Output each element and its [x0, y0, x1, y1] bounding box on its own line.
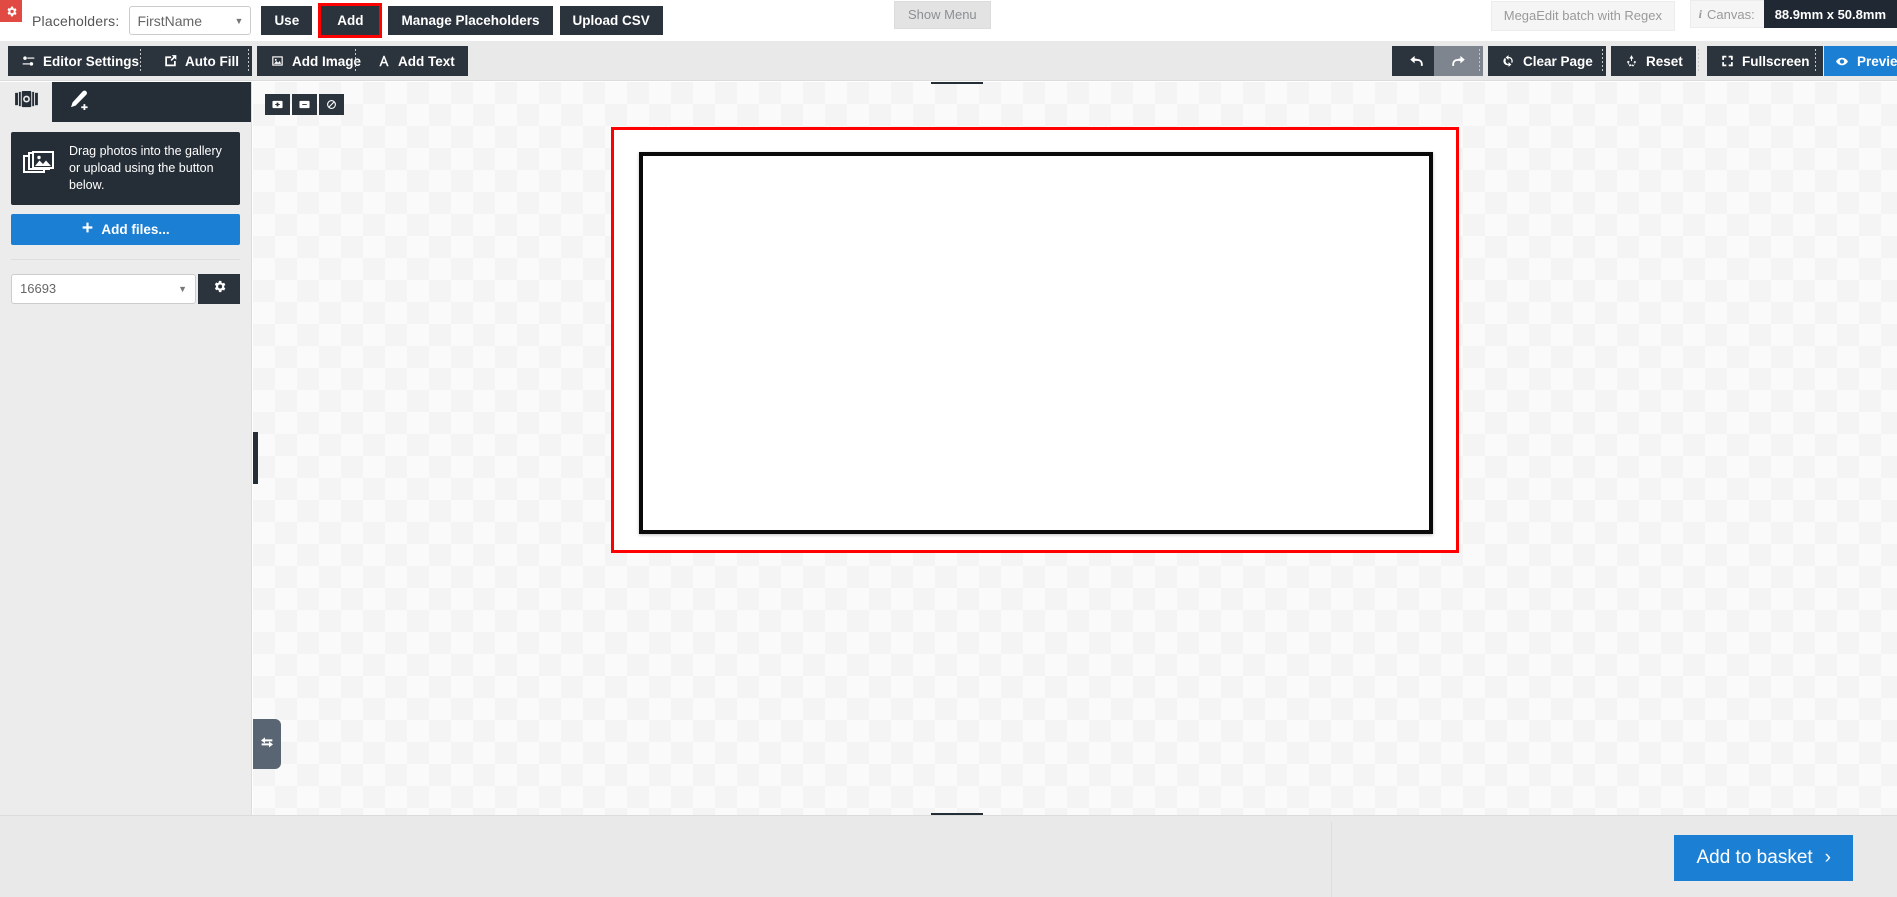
add-text-button[interactable]: Add Text — [364, 46, 468, 76]
swap-sides-button[interactable] — [253, 719, 281, 769]
canvas-info: i Canvas: 88.9mm x 50.8mm — [1689, 0, 1897, 28]
chevron-down-icon: ▼ — [234, 15, 244, 26]
drag-photos-hint: Drag photos into the gallery or upload u… — [11, 132, 240, 205]
add-placeholder-highlight: Add — [318, 3, 383, 38]
gallery-select[interactable]: 16693 ▼ — [11, 273, 196, 304]
fullscreen-button[interactable]: Fullscreen — [1707, 46, 1823, 76]
toolbar-divider — [248, 49, 249, 73]
left-resize-handle[interactable] — [253, 432, 258, 484]
editor-toolbar: Editor Settings Auto Fill Add Image Add … — [0, 41, 1897, 81]
gallery-images-icon — [23, 150, 57, 186]
sidebar-tabs — [0, 82, 251, 122]
add-files-label: Add files... — [101, 221, 170, 237]
placeholder-select-value: FirstName — [137, 12, 202, 29]
page-selection-border[interactable] — [611, 127, 1459, 553]
upload-csv-button[interactable]: Upload CSV — [559, 6, 663, 35]
bottom-bar: Add to basket › — [0, 815, 1897, 897]
recycle-icon — [1624, 54, 1639, 68]
sidebar-body: Drag photos into the gallery or upload u… — [0, 122, 251, 304]
placeholder-select[interactable]: FirstName ▼ — [129, 6, 252, 35]
sidebar-tab-photos[interactable] — [0, 82, 52, 122]
editor-settings-label: Editor Settings — [43, 53, 140, 69]
auto-fill-button[interactable]: Auto Fill — [150, 46, 252, 76]
auto-fill-icon — [163, 54, 178, 68]
bottom-divider — [1331, 822, 1332, 897]
show-menu-button[interactable]: Show Menu — [894, 1, 991, 29]
clear-page-label: Clear Page — [1523, 53, 1593, 69]
gallery-select-row: 16693 ▼ — [11, 273, 240, 304]
reset-label: Reset — [1646, 53, 1683, 69]
add-text-label: Add Text — [398, 53, 455, 69]
info-icon: i — [1698, 6, 1702, 21]
toolbar-divider — [355, 49, 356, 73]
zoom-toolbar — [265, 94, 344, 115]
clear-page-button[interactable]: Clear Page — [1488, 46, 1606, 76]
fullscreen-icon — [1720, 54, 1735, 68]
toolbar-divider — [1815, 49, 1816, 73]
eye-icon — [1834, 55, 1850, 68]
sidebar-tab-design[interactable] — [52, 82, 104, 122]
canvas-workspace[interactable] — [253, 82, 1897, 815]
add-to-basket-label: Add to basket — [1696, 847, 1813, 868]
sidebar-divider — [11, 258, 240, 260]
text-icon — [377, 54, 391, 68]
gear-icon — [212, 279, 227, 299]
add-button[interactable]: Add — [321, 6, 380, 35]
add-image-label: Add Image — [292, 53, 362, 69]
use-button[interactable]: Use — [261, 6, 313, 35]
preview-label: Preview — [1857, 53, 1897, 69]
sliders-icon — [21, 54, 36, 68]
manage-placeholders-button[interactable]: Manage Placeholders — [388, 6, 553, 35]
redo-button[interactable] — [1434, 46, 1483, 76]
editor-settings-button[interactable]: Editor Settings — [8, 46, 153, 76]
add-image-button[interactable]: Add Image — [257, 46, 375, 76]
megaedit-editor: Placeholders: FirstName ▼ Use Add Manage… — [0, 0, 1897, 897]
placeholders-toolbar: Placeholders: FirstName ▼ Use Add Manage… — [0, 0, 1897, 41]
add-files-button[interactable]: Add files... — [11, 213, 240, 245]
toolbar-divider — [1602, 49, 1603, 73]
fullscreen-label: Fullscreen — [1742, 53, 1810, 69]
plus-icon — [81, 221, 94, 237]
bottom-resize-handle[interactable] — [931, 813, 983, 815]
reset-button[interactable]: Reset — [1611, 46, 1696, 76]
megaedit-batch-regex-button[interactable]: MegaEdit batch with Regex — [1490, 1, 1675, 31]
toolbar-divider — [1698, 49, 1699, 73]
zoom-out-button[interactable] — [292, 94, 317, 115]
undo-icon — [1408, 54, 1425, 69]
chevron-right-icon: › — [1824, 847, 1831, 868]
add-to-basket-button[interactable]: Add to basket › — [1674, 835, 1853, 881]
refresh-icon — [1501, 54, 1516, 68]
zoom-reset-button[interactable] — [319, 94, 344, 115]
placeholders-label: Placeholders: — [32, 12, 120, 29]
gallery-sidebar: Drag photos into the gallery or upload u… — [0, 82, 252, 815]
top-resize-handle[interactable] — [931, 82, 983, 84]
drag-photos-text: Drag photos into the gallery or upload u… — [69, 144, 222, 192]
gallery-settings-button[interactable] — [198, 273, 240, 304]
swap-arrows-icon — [259, 734, 275, 755]
canvas-size-value: 88.9mm x 50.8mm — [1763, 0, 1897, 28]
photos-icon — [14, 90, 38, 114]
toolbar-divider — [140, 49, 141, 73]
pen-add-icon — [67, 90, 90, 115]
toolbar-divider — [1479, 49, 1480, 73]
zoom-in-button[interactable] — [265, 94, 290, 115]
gear-icon[interactable] — [0, 0, 22, 22]
chevron-down-icon: ▼ — [178, 283, 187, 294]
image-icon — [270, 54, 285, 68]
auto-fill-label: Auto Fill — [185, 53, 239, 69]
canvas-label-text: Canvas: — [1707, 6, 1755, 22]
canvas-info-label: i Canvas: — [1689, 0, 1764, 28]
preview-button[interactable]: Preview — [1824, 46, 1897, 76]
redo-icon — [1450, 54, 1467, 69]
gallery-select-value: 16693 — [20, 281, 57, 297]
page-canvas[interactable] — [639, 152, 1433, 534]
